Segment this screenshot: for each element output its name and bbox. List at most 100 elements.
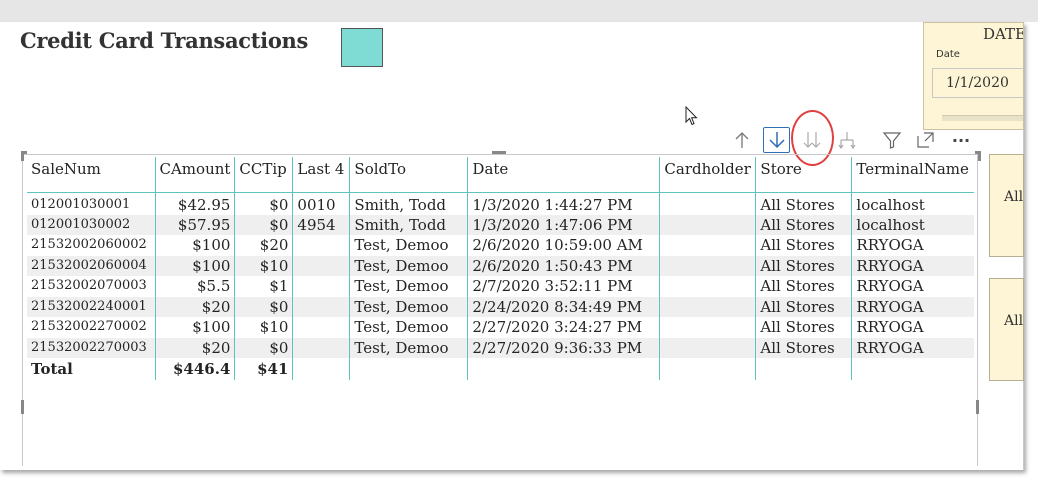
- slicer-card-1-label: All: [1004, 189, 1024, 205]
- drill-down-icon[interactable]: [763, 127, 790, 153]
- cell-soldto: Smith, Todd: [349, 214, 468, 235]
- column-header-cctip[interactable]: CCTip: [234, 157, 293, 193]
- mouse-cursor-icon: [685, 106, 698, 126]
- cell-camount: $100: [154, 235, 235, 256]
- column-header-cardholder[interactable]: Cardholder: [659, 157, 756, 193]
- color-swatch-shape[interactable]: [341, 28, 383, 67]
- cell-cctip: $20: [234, 235, 293, 256]
- column-header-last4[interactable]: Last 4: [292, 157, 350, 193]
- cell-cardholder: [659, 214, 756, 235]
- cell-salenum: 21532002070003: [31, 278, 147, 294]
- cell-last4: 0010: [292, 192, 350, 215]
- cell-soldto: Test, Demoo: [349, 296, 468, 317]
- cell-store: All Stores: [755, 235, 852, 256]
- cell-date: 2/24/2020 8:34:49 PM: [467, 296, 660, 317]
- total-store: [755, 358, 852, 380]
- slicer-card-2-label: All: [1004, 313, 1024, 329]
- table-row[interactable]: 21532002060002 $100 $20 Test, Demoo 2/6/…: [27, 235, 974, 256]
- table-header-row: SaleNum CAmount CCTip Last 4 SoldTo Date…: [27, 157, 974, 193]
- cell-store: All Stores: [755, 317, 852, 338]
- cell-date: 2/6/2020 1:50:43 PM: [467, 255, 660, 276]
- column-header-camount[interactable]: CAmount: [154, 157, 235, 193]
- resize-handle[interactable]: [976, 400, 979, 414]
- cell-salenum: 21532002270002: [31, 319, 147, 335]
- cell-camount: $100: [154, 317, 235, 338]
- slicer-card-1[interactable]: All: [989, 154, 1024, 257]
- total-last4: [292, 358, 350, 380]
- cell-soldto: Test, Demoo: [349, 255, 468, 276]
- total-cardholder: [659, 358, 756, 380]
- cell-cardholder: [659, 276, 756, 297]
- date-slicer-label: Date: [936, 49, 960, 60]
- table-row[interactable]: 21532002270002 $100 $10 Test, Demoo 2/27…: [27, 317, 974, 338]
- cell-soldto: Test, Demoo: [349, 317, 468, 338]
- cell-cardholder: [659, 317, 756, 338]
- cell-terminalname: localhost: [851, 214, 974, 235]
- column-header-salenum[interactable]: SaleNum: [27, 157, 155, 193]
- cell-date: 1/3/2020 1:47:06 PM: [467, 214, 660, 235]
- cell-cctip: $0: [234, 192, 293, 215]
- drill-up-icon[interactable]: [731, 127, 753, 153]
- slicer-card-2[interactable]: All: [989, 278, 1024, 381]
- cell-cctip: $10: [234, 317, 293, 338]
- table-row[interactable]: 21532002070003 $5.5 $1 Test, Demoo 2/7/2…: [27, 276, 974, 297]
- cell-last4: [292, 317, 350, 338]
- cell-date: 2/27/2020 3:24:27 PM: [467, 317, 660, 338]
- cell-camount: $20: [154, 337, 235, 358]
- column-header-date[interactable]: Date: [467, 157, 660, 193]
- cell-date: 2/27/2020 9:36:33 PM: [467, 337, 660, 358]
- date-slicer-card[interactable]: DATE Date 1/1/2020: [923, 22, 1024, 130]
- cell-cardholder: [659, 255, 756, 276]
- cell-soldto: Test, Demoo: [349, 235, 468, 256]
- cell-store: All Stores: [755, 276, 852, 297]
- cell-camount: $42.95: [154, 192, 235, 215]
- resize-handle[interactable]: [492, 151, 506, 154]
- cell-soldto: Test, Demoo: [349, 337, 468, 358]
- resize-handle[interactable]: [21, 151, 24, 161]
- cell-store: All Stores: [755, 337, 852, 358]
- cell-salenum: 21532002270003: [27, 337, 155, 358]
- cell-store: All Stores: [755, 296, 852, 317]
- total-terminalname: [851, 358, 974, 380]
- date-slicer-range-bar[interactable]: [942, 115, 1023, 121]
- cell-store: All Stores: [755, 255, 852, 276]
- date-slicer-input[interactable]: 1/1/2020: [932, 68, 1023, 98]
- cell-cctip: $0: [234, 296, 293, 317]
- more-options-icon[interactable]: ···: [946, 127, 976, 153]
- expand-hierarchy-icon[interactable]: [836, 127, 858, 153]
- transactions-table: SaleNum CAmount CCTip Last 4 SoldTo Date…: [27, 157, 974, 380]
- resize-handle[interactable]: [978, 151, 981, 161]
- focus-mode-icon[interactable]: [915, 127, 937, 153]
- cell-last4: 4954: [292, 214, 350, 235]
- cell-date: 2/7/2020 3:52:11 PM: [467, 276, 660, 297]
- cell-soldto: Smith, Todd: [349, 192, 468, 215]
- cell-store: All Stores: [755, 214, 852, 235]
- total-date: [467, 358, 660, 380]
- resize-handle[interactable]: [21, 400, 24, 414]
- cell-date: 2/6/2020 10:59:00 AM: [467, 235, 660, 256]
- column-header-terminalname[interactable]: TerminalName: [851, 157, 974, 193]
- table-row[interactable]: 012001030002 $57.95 $0 4954 Smith, Todd …: [27, 214, 974, 235]
- cell-terminalname: RRYOGA: [851, 317, 974, 338]
- cell-terminalname: localhost: [851, 192, 974, 215]
- cell-cardholder: [659, 296, 756, 317]
- table-row[interactable]: 21532002270003 $20 $0 Test, Demoo 2/27/2…: [27, 337, 974, 358]
- cell-cardholder: [659, 192, 756, 215]
- cell-cctip: $0: [234, 337, 293, 358]
- cell-store: All Stores: [755, 192, 852, 215]
- cell-last4: [292, 337, 350, 358]
- table-row[interactable]: 012001030001 $42.95 $0 0010 Smith, Todd …: [27, 192, 974, 215]
- cell-salenum: 012001030001: [31, 196, 131, 212]
- filter-icon[interactable]: [880, 127, 904, 153]
- cell-salenum: 012001030002: [27, 214, 155, 235]
- total-cctip: $41: [234, 358, 293, 380]
- table-row[interactable]: 21532002240001 $20 $0 Test, Demoo 2/24/2…: [27, 296, 974, 317]
- column-header-soldto[interactable]: SoldTo: [349, 157, 468, 193]
- cell-camount: $5.5: [154, 276, 235, 297]
- cell-soldto: Test, Demoo: [349, 276, 468, 297]
- table-row[interactable]: 21532002060004 $100 $10 Test, Demoo 2/6/…: [27, 255, 974, 276]
- cell-terminalname: RRYOGA: [851, 337, 974, 358]
- cell-terminalname: RRYOGA: [851, 235, 974, 256]
- column-header-store[interactable]: Store: [755, 157, 852, 193]
- total-camount: $446.4: [154, 358, 235, 380]
